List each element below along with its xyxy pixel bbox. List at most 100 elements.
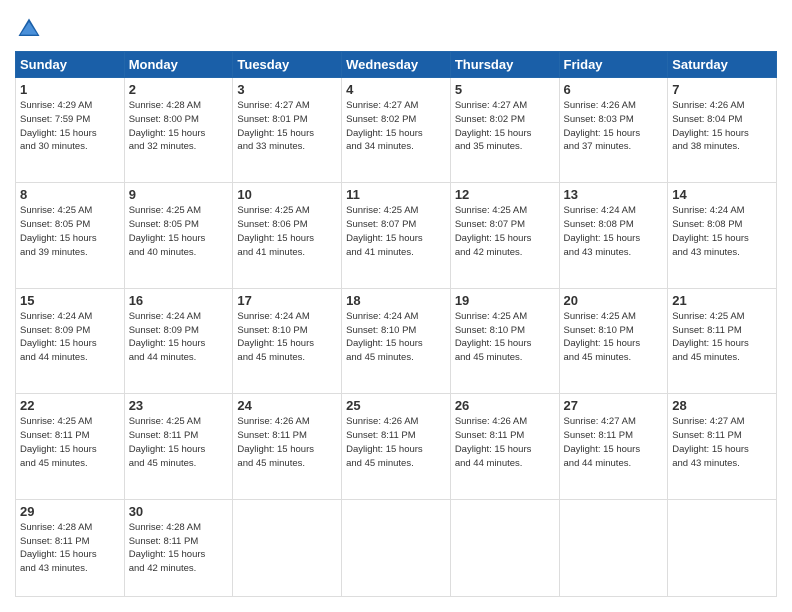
day-info: Sunrise: 4:25 AMSunset: 8:11 PMDaylight:…: [129, 415, 229, 470]
calendar-day-cell: 26 Sunrise: 4:26 AMSunset: 8:11 PMDaylig…: [450, 394, 559, 499]
day-info: Sunrise: 4:25 AMSunset: 8:10 PMDaylight:…: [455, 310, 555, 365]
day-info: Sunrise: 4:24 AMSunset: 8:10 PMDaylight:…: [237, 310, 337, 365]
day-number: 21: [672, 293, 772, 308]
col-header-tuesday: Tuesday: [233, 52, 342, 78]
calendar-day-cell: 14 Sunrise: 4:24 AMSunset: 8:08 PMDaylig…: [668, 183, 777, 288]
day-info: Sunrise: 4:27 AMSunset: 8:02 PMDaylight:…: [455, 99, 555, 154]
day-number: 13: [564, 187, 664, 202]
day-info: Sunrise: 4:25 AMSunset: 8:11 PMDaylight:…: [20, 415, 120, 470]
day-number: 22: [20, 398, 120, 413]
day-info: Sunrise: 4:27 AMSunset: 8:11 PMDaylight:…: [564, 415, 664, 470]
calendar-day-cell: 21 Sunrise: 4:25 AMSunset: 8:11 PMDaylig…: [668, 288, 777, 393]
day-info: Sunrise: 4:25 AMSunset: 8:10 PMDaylight:…: [564, 310, 664, 365]
day-number: 16: [129, 293, 229, 308]
day-info: Sunrise: 4:28 AMSunset: 8:00 PMDaylight:…: [129, 99, 229, 154]
day-number: 19: [455, 293, 555, 308]
calendar-day-cell: 11 Sunrise: 4:25 AMSunset: 8:07 PMDaylig…: [342, 183, 451, 288]
col-header-thursday: Thursday: [450, 52, 559, 78]
day-number: 26: [455, 398, 555, 413]
calendar-day-cell: 23 Sunrise: 4:25 AMSunset: 8:11 PMDaylig…: [124, 394, 233, 499]
calendar-day-cell: 27 Sunrise: 4:27 AMSunset: 8:11 PMDaylig…: [559, 394, 668, 499]
day-number: 6: [564, 82, 664, 97]
calendar-day-cell: 1 Sunrise: 4:29 AMSunset: 7:59 PMDayligh…: [16, 78, 125, 183]
day-number: 28: [672, 398, 772, 413]
calendar-day-cell: 17 Sunrise: 4:24 AMSunset: 8:10 PMDaylig…: [233, 288, 342, 393]
calendar-day-cell: 24 Sunrise: 4:26 AMSunset: 8:11 PMDaylig…: [233, 394, 342, 499]
calendar-day-cell: 6 Sunrise: 4:26 AMSunset: 8:03 PMDayligh…: [559, 78, 668, 183]
day-number: 24: [237, 398, 337, 413]
day-number: 18: [346, 293, 446, 308]
calendar-header-row: SundayMondayTuesdayWednesdayThursdayFrid…: [16, 52, 777, 78]
col-header-sunday: Sunday: [16, 52, 125, 78]
calendar-day-cell: 12 Sunrise: 4:25 AMSunset: 8:07 PMDaylig…: [450, 183, 559, 288]
day-info: Sunrise: 4:27 AMSunset: 8:02 PMDaylight:…: [346, 99, 446, 154]
day-number: 3: [237, 82, 337, 97]
day-info: Sunrise: 4:24 AMSunset: 8:08 PMDaylight:…: [672, 204, 772, 259]
calendar-week-row: 1 Sunrise: 4:29 AMSunset: 7:59 PMDayligh…: [16, 78, 777, 183]
calendar-week-row: 22 Sunrise: 4:25 AMSunset: 8:11 PMDaylig…: [16, 394, 777, 499]
calendar-table: SundayMondayTuesdayWednesdayThursdayFrid…: [15, 51, 777, 597]
col-header-friday: Friday: [559, 52, 668, 78]
day-number: 8: [20, 187, 120, 202]
day-info: Sunrise: 4:28 AMSunset: 8:11 PMDaylight:…: [20, 521, 120, 576]
day-number: 29: [20, 504, 120, 519]
calendar-day-cell: [450, 499, 559, 596]
day-number: 25: [346, 398, 446, 413]
day-info: Sunrise: 4:26 AMSunset: 8:11 PMDaylight:…: [346, 415, 446, 470]
calendar-day-cell: 29 Sunrise: 4:28 AMSunset: 8:11 PMDaylig…: [16, 499, 125, 596]
calendar-day-cell: [233, 499, 342, 596]
day-info: Sunrise: 4:24 AMSunset: 8:10 PMDaylight:…: [346, 310, 446, 365]
day-info: Sunrise: 4:25 AMSunset: 8:07 PMDaylight:…: [346, 204, 446, 259]
calendar-day-cell: 10 Sunrise: 4:25 AMSunset: 8:06 PMDaylig…: [233, 183, 342, 288]
calendar-week-row: 29 Sunrise: 4:28 AMSunset: 8:11 PMDaylig…: [16, 499, 777, 596]
calendar-day-cell: 15 Sunrise: 4:24 AMSunset: 8:09 PMDaylig…: [16, 288, 125, 393]
calendar-day-cell: 5 Sunrise: 4:27 AMSunset: 8:02 PMDayligh…: [450, 78, 559, 183]
day-info: Sunrise: 4:25 AMSunset: 8:05 PMDaylight:…: [20, 204, 120, 259]
day-info: Sunrise: 4:26 AMSunset: 8:03 PMDaylight:…: [564, 99, 664, 154]
calendar-day-cell: 2 Sunrise: 4:28 AMSunset: 8:00 PMDayligh…: [124, 78, 233, 183]
day-info: Sunrise: 4:25 AMSunset: 8:07 PMDaylight:…: [455, 204, 555, 259]
day-number: 27: [564, 398, 664, 413]
calendar-day-cell: 8 Sunrise: 4:25 AMSunset: 8:05 PMDayligh…: [16, 183, 125, 288]
day-number: 2: [129, 82, 229, 97]
calendar-day-cell: 30 Sunrise: 4:28 AMSunset: 8:11 PMDaylig…: [124, 499, 233, 596]
day-number: 7: [672, 82, 772, 97]
day-number: 14: [672, 187, 772, 202]
col-header-saturday: Saturday: [668, 52, 777, 78]
col-header-monday: Monday: [124, 52, 233, 78]
day-info: Sunrise: 4:25 AMSunset: 8:06 PMDaylight:…: [237, 204, 337, 259]
day-number: 11: [346, 187, 446, 202]
calendar-day-cell: 25 Sunrise: 4:26 AMSunset: 8:11 PMDaylig…: [342, 394, 451, 499]
logo-icon: [15, 15, 43, 43]
day-info: Sunrise: 4:24 AMSunset: 8:09 PMDaylight:…: [20, 310, 120, 365]
day-number: 23: [129, 398, 229, 413]
header: [15, 15, 777, 43]
day-info: Sunrise: 4:27 AMSunset: 8:11 PMDaylight:…: [672, 415, 772, 470]
calendar-day-cell: 19 Sunrise: 4:25 AMSunset: 8:10 PMDaylig…: [450, 288, 559, 393]
day-info: Sunrise: 4:25 AMSunset: 8:05 PMDaylight:…: [129, 204, 229, 259]
day-info: Sunrise: 4:26 AMSunset: 8:11 PMDaylight:…: [455, 415, 555, 470]
calendar-day-cell: 13 Sunrise: 4:24 AMSunset: 8:08 PMDaylig…: [559, 183, 668, 288]
calendar-day-cell: 4 Sunrise: 4:27 AMSunset: 8:02 PMDayligh…: [342, 78, 451, 183]
day-number: 9: [129, 187, 229, 202]
day-info: Sunrise: 4:26 AMSunset: 8:04 PMDaylight:…: [672, 99, 772, 154]
calendar-day-cell: 20 Sunrise: 4:25 AMSunset: 8:10 PMDaylig…: [559, 288, 668, 393]
calendar-day-cell: 7 Sunrise: 4:26 AMSunset: 8:04 PMDayligh…: [668, 78, 777, 183]
calendar-day-cell: 16 Sunrise: 4:24 AMSunset: 8:09 PMDaylig…: [124, 288, 233, 393]
day-number: 1: [20, 82, 120, 97]
day-info: Sunrise: 4:24 AMSunset: 8:09 PMDaylight:…: [129, 310, 229, 365]
day-info: Sunrise: 4:29 AMSunset: 7:59 PMDaylight:…: [20, 99, 120, 154]
page: SundayMondayTuesdayWednesdayThursdayFrid…: [0, 0, 792, 612]
day-number: 17: [237, 293, 337, 308]
calendar-day-cell: [668, 499, 777, 596]
calendar-day-cell: 18 Sunrise: 4:24 AMSunset: 8:10 PMDaylig…: [342, 288, 451, 393]
day-info: Sunrise: 4:28 AMSunset: 8:11 PMDaylight:…: [129, 521, 229, 576]
day-number: 20: [564, 293, 664, 308]
day-number: 15: [20, 293, 120, 308]
calendar-day-cell: [559, 499, 668, 596]
day-number: 4: [346, 82, 446, 97]
day-number: 30: [129, 504, 229, 519]
calendar-day-cell: [342, 499, 451, 596]
day-info: Sunrise: 4:26 AMSunset: 8:11 PMDaylight:…: [237, 415, 337, 470]
calendar-day-cell: 22 Sunrise: 4:25 AMSunset: 8:11 PMDaylig…: [16, 394, 125, 499]
